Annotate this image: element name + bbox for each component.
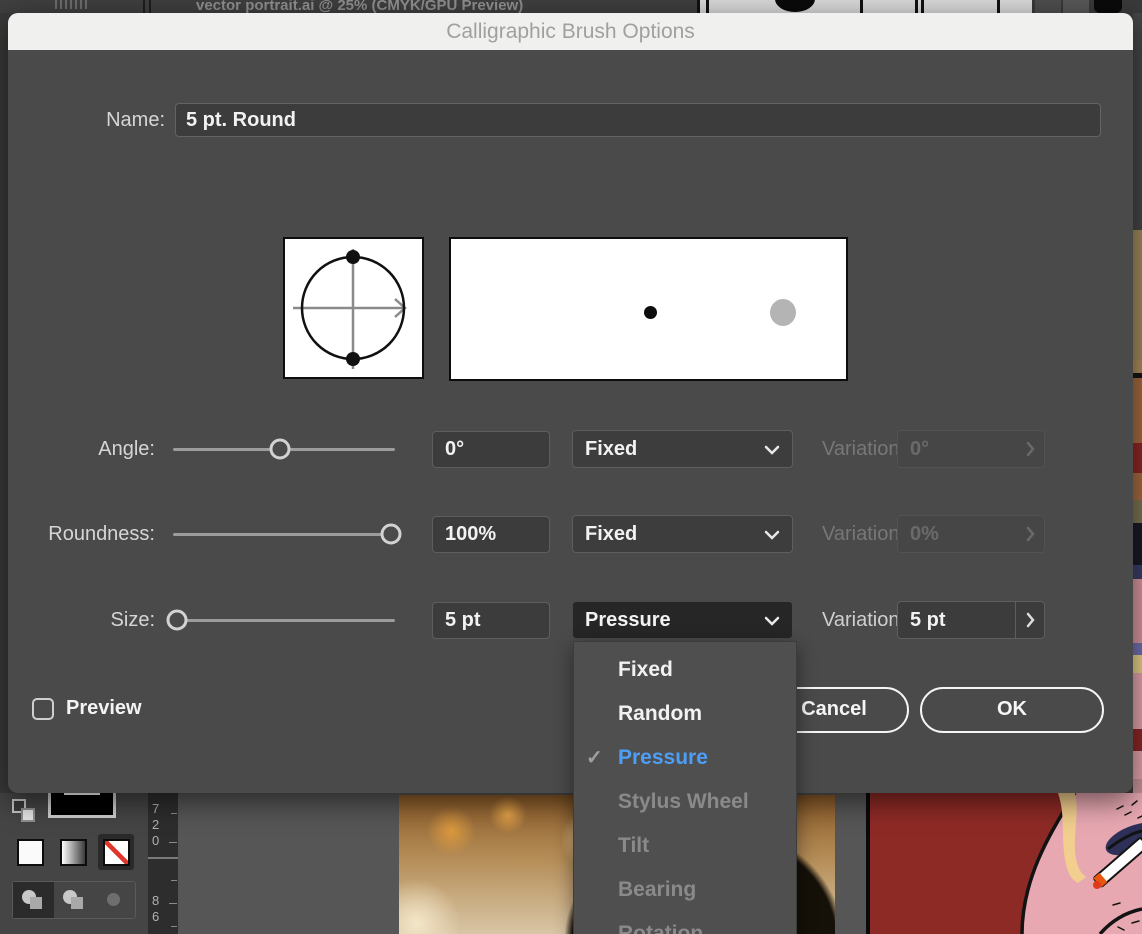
panel-dock-strip bbox=[697, 0, 1032, 13]
draw-normal-button[interactable] bbox=[13, 882, 54, 918]
angle-row: Angle: Fixed Variation: bbox=[8, 430, 1133, 468]
chevron-right-icon bbox=[1026, 612, 1035, 628]
illustrator-app-window: { "app": { "tab_title": "vector portrait… bbox=[0, 0, 1142, 934]
vertical-ruler: 720 86 bbox=[148, 793, 178, 934]
roundness-slider[interactable] bbox=[173, 515, 395, 553]
menu-item-pressure[interactable]: ✓ Pressure bbox=[574, 736, 796, 780]
tools-panel bbox=[0, 793, 148, 934]
calligraphic-brush-options-dialog: Calligraphic Brush Options Name: Angle: bbox=[8, 13, 1133, 793]
size-control-dropdown[interactable]: Pressure bbox=[572, 601, 793, 639]
roundness-label: Roundness: bbox=[8, 515, 155, 553]
stroke-size-preview bbox=[449, 237, 848, 381]
draw-inside-button bbox=[94, 882, 135, 918]
panel-dock-right bbox=[1032, 0, 1142, 13]
menu-item-label: Pressure bbox=[618, 746, 708, 769]
slider-track[interactable] bbox=[173, 619, 395, 622]
checkmark-icon: ✓ bbox=[586, 736, 603, 780]
roundness-value-input[interactable] bbox=[432, 516, 550, 553]
ruler-label: 86 bbox=[152, 893, 164, 925]
dialog-title: Calligraphic Brush Options bbox=[8, 13, 1133, 50]
panel-fragment bbox=[1094, 0, 1122, 13]
menu-item-tilt: Tilt bbox=[574, 824, 796, 868]
chevron-right-icon bbox=[1026, 441, 1035, 457]
chevron-down-icon bbox=[764, 445, 780, 455]
chevron-down-icon bbox=[764, 616, 780, 626]
size-value-input[interactable] bbox=[432, 602, 550, 639]
tab-divider bbox=[143, 0, 145, 13]
size-variation-group bbox=[897, 601, 1045, 639]
variation-label: Variation: bbox=[797, 515, 905, 553]
dropdown-selected-value: Pressure bbox=[585, 609, 671, 631]
roundness-variation-group bbox=[897, 515, 1045, 553]
roundness-variation-input bbox=[898, 516, 1015, 552]
roundness-row: Roundness: Fixed Variation: bbox=[8, 515, 1133, 553]
size-row: Size: Pressure Variation: bbox=[8, 601, 1133, 639]
preview-dot-variation bbox=[770, 299, 796, 326]
variation-stepper-button bbox=[1015, 516, 1044, 552]
name-input[interactable] bbox=[175, 103, 1101, 137]
draw-behind-button[interactable] bbox=[54, 882, 95, 918]
panel-divider bbox=[997, 0, 1000, 13]
panel-divider bbox=[697, 0, 700, 13]
menu-item-rotation: Rotation bbox=[574, 912, 796, 934]
size-slider[interactable] bbox=[173, 601, 395, 639]
variation-label: Variation: bbox=[797, 601, 905, 639]
ok-button[interactable]: OK bbox=[920, 687, 1104, 733]
preview-checkbox[interactable] bbox=[32, 698, 54, 720]
name-label: Name: bbox=[8, 103, 165, 137]
color-proxy-icon bbox=[775, 0, 815, 12]
dropdown-selected-value: Fixed bbox=[585, 523, 637, 545]
panel-divider bbox=[860, 0, 863, 13]
vector-portrait-artwork bbox=[870, 793, 1142, 934]
app-top-chrome: vector portrait.ai @ 25% (CMYK/GPU Previ… bbox=[0, 0, 1142, 13]
brush-tip-preview[interactable] bbox=[283, 237, 424, 379]
chevron-right-icon bbox=[1026, 526, 1035, 542]
menu-item-stylus-wheel: Stylus Wheel bbox=[574, 780, 796, 824]
none-button[interactable] bbox=[98, 834, 134, 870]
size-control-dropdown-menu: Fixed Random ✓ Pressure Stylus Wheel Tilt… bbox=[573, 641, 797, 934]
angle-variation-group bbox=[897, 430, 1045, 468]
drawing-mode-buttons bbox=[12, 881, 136, 919]
angle-slider[interactable] bbox=[173, 430, 395, 468]
preview-checkbox-label: Preview bbox=[66, 697, 142, 720]
fill-stroke-proxy-icon[interactable] bbox=[12, 799, 36, 823]
panel-fragment bbox=[1035, 0, 1061, 13]
size-label: Size: bbox=[8, 601, 155, 639]
roundness-control-dropdown[interactable]: Fixed bbox=[572, 515, 793, 553]
panel-fragment bbox=[1063, 0, 1089, 13]
canvas-artwork-sliver bbox=[1133, 13, 1142, 793]
menu-item-bearing: Bearing bbox=[574, 868, 796, 912]
dropdown-selected-value: Fixed bbox=[585, 438, 637, 460]
tab-divider bbox=[149, 0, 151, 13]
chevron-down-icon bbox=[764, 530, 780, 540]
angle-label: Angle: bbox=[8, 430, 155, 468]
variation-stepper-button bbox=[1015, 431, 1044, 467]
app-bottom-chrome: 720 86 bbox=[0, 793, 1142, 934]
slider-track[interactable] bbox=[173, 533, 395, 536]
variation-stepper-button[interactable] bbox=[1015, 602, 1044, 638]
slider-knob[interactable] bbox=[269, 439, 290, 460]
angle-variation-input bbox=[898, 431, 1015, 467]
variation-label: Variation: bbox=[797, 430, 905, 468]
panel-grabber-icon bbox=[55, 0, 89, 9]
panel-divider bbox=[915, 0, 918, 13]
ruler-label: 720 bbox=[152, 801, 164, 849]
preview-dot-current bbox=[644, 306, 657, 319]
menu-item-random[interactable]: Random bbox=[574, 692, 796, 736]
angle-control-dropdown[interactable]: Fixed bbox=[572, 430, 793, 468]
size-variation-input[interactable] bbox=[898, 602, 1015, 638]
slider-knob[interactable] bbox=[167, 610, 188, 631]
panel-divider bbox=[921, 0, 924, 13]
document-tab-title: vector portrait.ai @ 25% (CMYK/GPU Previ… bbox=[196, 0, 523, 13]
gradient-button[interactable] bbox=[55, 834, 91, 870]
color-button[interactable] bbox=[12, 834, 48, 870]
slider-knob[interactable] bbox=[380, 524, 401, 545]
panel-divider bbox=[706, 0, 709, 13]
menu-item-fixed[interactable]: Fixed bbox=[574, 648, 796, 692]
angle-value-input[interactable] bbox=[432, 431, 550, 468]
